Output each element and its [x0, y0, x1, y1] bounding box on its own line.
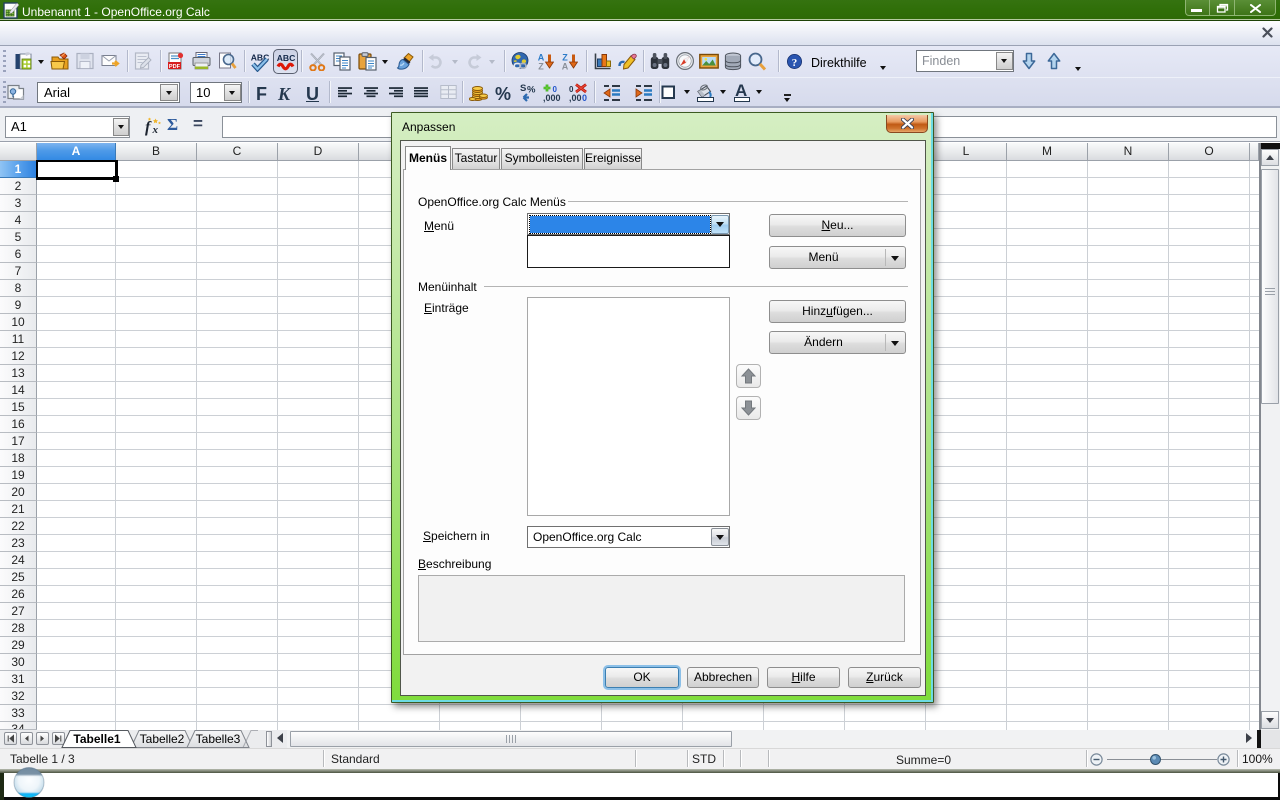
svg-text:,00: ,00 — [569, 93, 582, 103]
svg-text:,000: ,000 — [543, 93, 561, 103]
svg-text:Tabelle2: Tabelle2 — [140, 732, 185, 746]
svg-text:%: % — [527, 85, 536, 96]
svg-text:Z: Z — [538, 62, 544, 72]
svg-text:S: S — [520, 83, 526, 94]
svg-text:A: A — [562, 62, 569, 72]
svg-text:ABC: ABC — [277, 53, 296, 63]
svg-text:0: 0 — [582, 93, 587, 103]
svg-text:x: x — [152, 124, 159, 136]
svg-text:Tabelle3: Tabelle3 — [196, 732, 241, 746]
svg-text:?: ? — [791, 57, 797, 69]
svg-text:f: f — [145, 119, 152, 136]
svg-text:PDF: PDF — [169, 64, 181, 70]
svg-text:Tabelle1: Tabelle1 — [73, 732, 120, 746]
